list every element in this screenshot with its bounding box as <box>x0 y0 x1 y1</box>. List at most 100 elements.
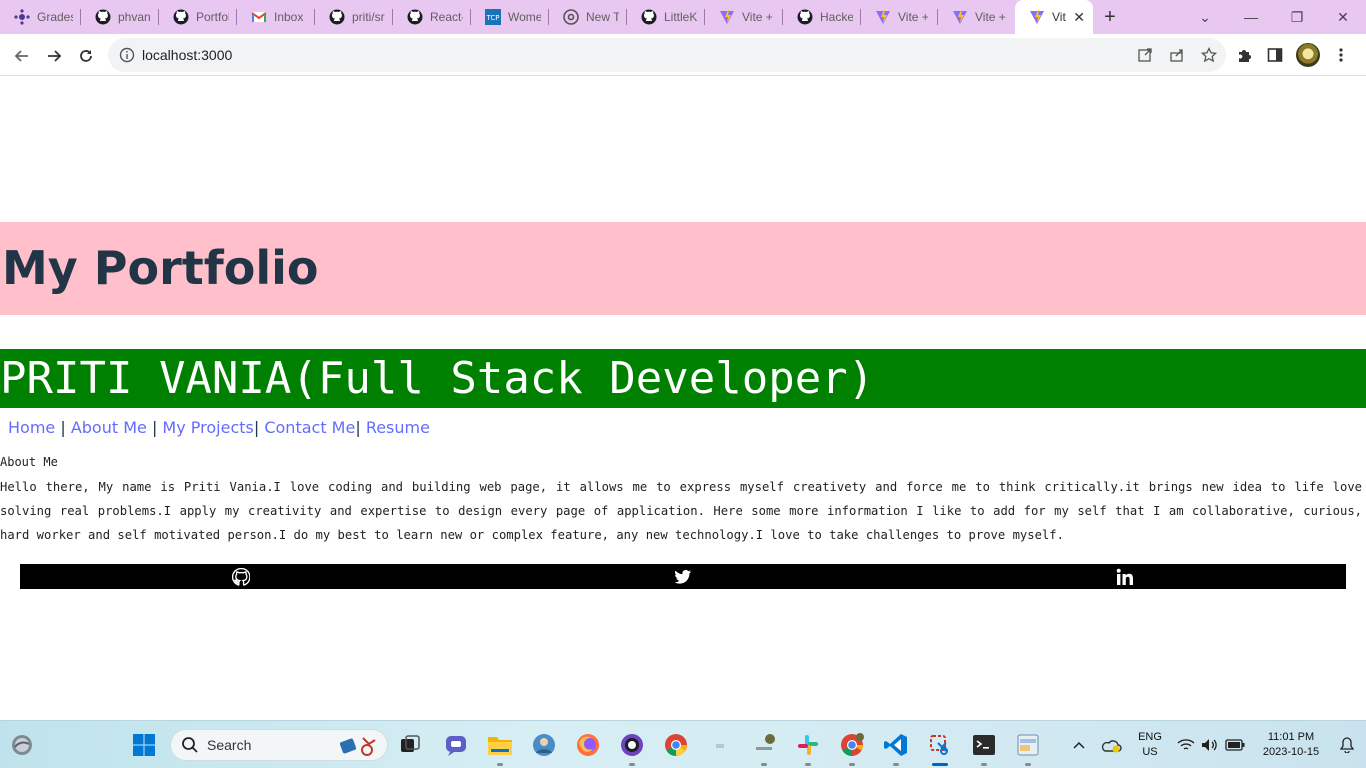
tab-search-chevron-icon[interactable]: ⌄ <box>1182 9 1228 26</box>
chrome-icon[interactable] <box>660 729 692 761</box>
social-links-bar <box>20 564 1346 589</box>
language-code: ENG <box>1138 731 1162 743</box>
vscode-icon[interactable] <box>880 729 912 766</box>
share-icon[interactable] <box>1168 46 1186 64</box>
nav-link-contact[interactable]: Contact Me <box>264 418 355 437</box>
github-icon[interactable] <box>231 567 251 587</box>
teams-chat-icon[interactable] <box>440 729 472 761</box>
tab-grades[interactable]: Grades <box>0 0 81 34</box>
back-button[interactable] <box>8 42 36 70</box>
close-window-button[interactable]: ✕ <box>1320 9 1366 26</box>
reload-button[interactable] <box>72 42 100 70</box>
clock[interactable]: 11:01 PM 2023-10-15 <box>1256 730 1326 760</box>
nav-link-about[interactable]: About Me <box>71 418 147 437</box>
github-icon <box>641 9 657 25</box>
windows-start-icon[interactable] <box>128 729 160 761</box>
wifi-icon[interactable] <box>1174 729 1198 761</box>
nav-link-resume[interactable]: Resume <box>366 418 430 437</box>
bookmark-star-icon[interactable] <box>1200 46 1218 64</box>
side-panel-icon[interactable] <box>1266 46 1284 64</box>
about-paragraph: Hello there, My name is Priti Vania.I lo… <box>0 480 1362 542</box>
file-explorer-icon[interactable] <box>484 729 516 766</box>
onedrive-icon[interactable] <box>1096 729 1126 761</box>
search-label: Search <box>207 737 252 753</box>
linkedin-icon[interactable] <box>1115 567 1135 587</box>
about-section-title: About Me <box>0 455 58 469</box>
task-view-icon[interactable] <box>394 729 426 761</box>
chrome-profile-icon[interactable] <box>836 729 868 766</box>
minimize-button[interactable]: — <box>1228 9 1274 25</box>
tcp-icon: TCP <box>485 9 501 25</box>
github-icon <box>407 9 423 25</box>
battery-icon[interactable] <box>1222 729 1248 761</box>
vite-icon <box>719 9 735 25</box>
clock-date: 2023-10-15 <box>1262 746 1320 758</box>
volume-icon[interactable] <box>1198 729 1222 761</box>
app-icon-faint[interactable] <box>704 729 736 761</box>
github-icon <box>173 9 189 25</box>
notifications-bell-icon[interactable] <box>1332 729 1362 761</box>
tab-github-hacker[interactable]: Hacker <box>783 0 861 34</box>
tab-vite-1[interactable]: Vite + I <box>705 0 783 34</box>
app-icon-chrome-profile[interactable] <box>748 729 780 766</box>
search-highlight-icon <box>339 737 376 756</box>
tab-women[interactable]: TCP Wome <box>471 0 549 34</box>
tab-label: Grades <box>37 10 73 24</box>
terminal-icon[interactable] <box>968 729 1000 766</box>
address-bar[interactable]: localhost:3000 <box>108 38 1226 72</box>
language-indicator[interactable]: ENG US <box>1132 730 1168 760</box>
github-icon <box>95 9 111 25</box>
tab-label: LittleKi <box>664 10 697 24</box>
github-desktop-icon[interactable] <box>616 729 648 766</box>
tab-gmail-inbox[interactable]: Inbox ( <box>237 0 315 34</box>
twitter-icon[interactable] <box>673 567 693 587</box>
tab-label: Vite + <box>975 10 1006 24</box>
info-icon[interactable] <box>119 47 135 63</box>
canvas-icon <box>14 9 30 25</box>
tab-label: Wome <box>508 10 541 24</box>
tab-github-priti[interactable]: priti/sr <box>315 0 393 34</box>
menu-kebab-icon[interactable] <box>1332 46 1350 64</box>
tab-label: New Ta <box>586 10 619 24</box>
vite-icon <box>1029 9 1045 25</box>
site-nav: Home | About Me | My Projects| Contact M… <box>8 418 430 437</box>
open-in-app-icon[interactable] <box>1136 46 1154 64</box>
tab-label: Hacker <box>820 10 853 24</box>
paint-app-icon[interactable] <box>1012 729 1044 766</box>
tab-vite-active[interactable]: Vit ✕ <box>1015 0 1093 34</box>
nav-link-projects[interactable]: My Projects <box>162 418 253 437</box>
arrow-left-icon <box>14 50 28 62</box>
windows-taskbar: Search ENG US 11:01 PM 2023-10-15 <box>0 720 1366 768</box>
nav-link-home[interactable]: Home <box>8 418 55 437</box>
new-tab-button[interactable]: + <box>1093 0 1127 34</box>
close-tab-icon[interactable]: ✕ <box>1067 9 1085 26</box>
svg-text:TCP: TCP <box>486 14 500 22</box>
tab-label: Vite + <box>898 10 929 24</box>
tab-vite-2[interactable]: Vite + <box>861 0 938 34</box>
extensions-puzzle-icon[interactable] <box>1236 46 1254 64</box>
tab-label: Portfoli <box>196 10 229 24</box>
tab-new-tab[interactable]: New Ta <box>549 0 627 34</box>
tab-vite-3[interactable]: Vite + <box>938 0 1015 34</box>
tab-github-phvani[interactable]: phvani <box>81 0 159 34</box>
firefox-icon[interactable] <box>572 729 604 761</box>
edge-profile-icon[interactable] <box>528 729 560 761</box>
widgets-icon[interactable] <box>6 729 38 761</box>
tab-label: React-s <box>430 10 463 24</box>
forward-button[interactable] <box>40 42 68 70</box>
tab-github-littlekit[interactable]: LittleKi <box>627 0 705 34</box>
window-controls: ⌄ — ❐ ✕ <box>1182 0 1366 34</box>
show-hidden-icons-chevron[interactable] <box>1064 729 1094 761</box>
profile-avatar[interactable] <box>1296 43 1320 67</box>
tab-github-portfolio[interactable]: Portfoli <box>159 0 237 34</box>
search-icon <box>182 737 198 753</box>
restore-button[interactable]: ❐ <box>1274 9 1320 26</box>
slack-icon[interactable] <box>792 729 824 766</box>
taskbar-search-box[interactable]: Search <box>170 729 388 761</box>
vite-icon <box>952 9 968 25</box>
snipping-tool-icon[interactable] <box>924 729 956 766</box>
clock-time: 11:01 PM <box>1267 731 1315 743</box>
github-icon <box>329 9 345 25</box>
tab-label: Inbox ( <box>274 10 307 24</box>
tab-github-react[interactable]: React-s <box>393 0 471 34</box>
